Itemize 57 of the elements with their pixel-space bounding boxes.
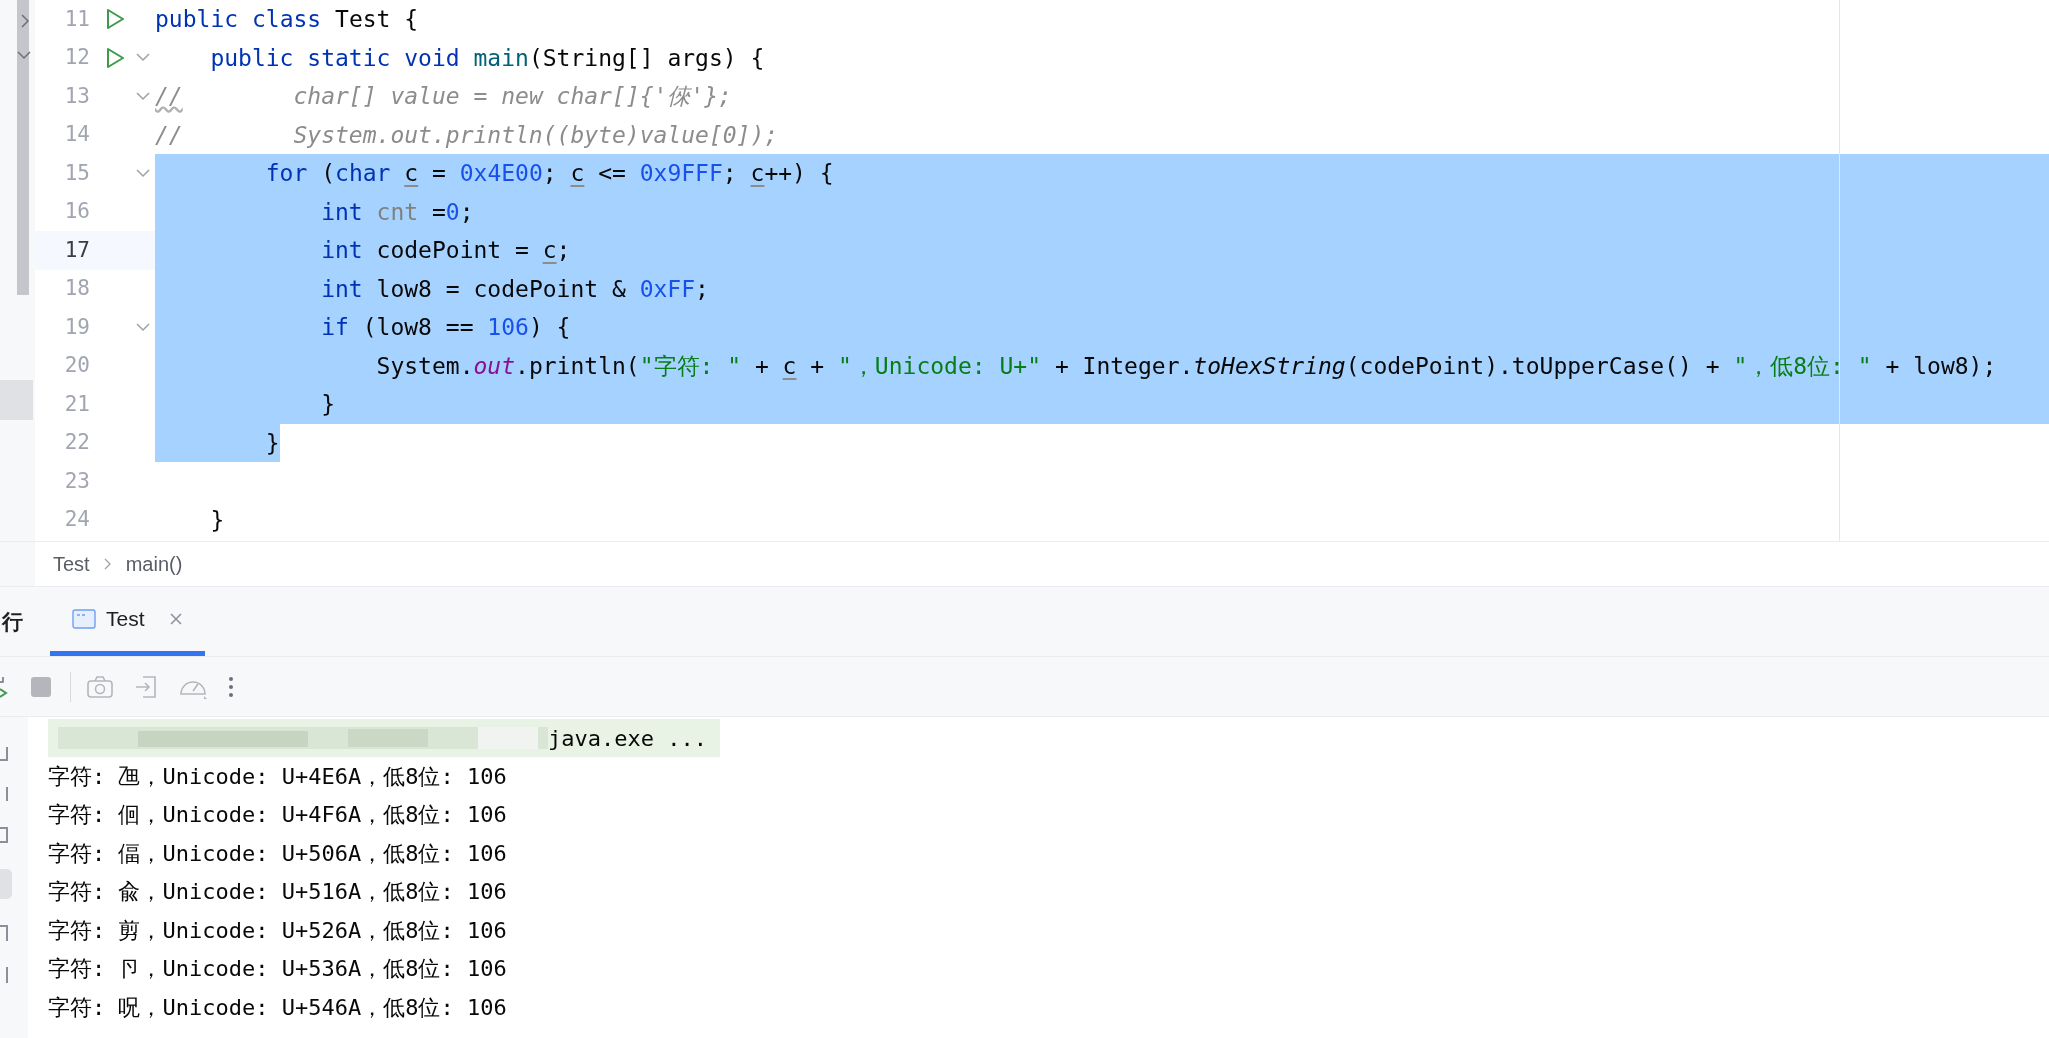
breadcrumb-item[interactable]: Test bbox=[53, 549, 90, 579]
code-line: if (low8 == 106) { bbox=[320, 313, 571, 342]
console-output-line: 字符: 佪，Unicode: U+4F6A，低8位: 106 bbox=[48, 801, 508, 830]
line-number: 19 bbox=[63, 313, 90, 341]
code-line: // System.out.println((byte)value[0]); bbox=[155, 120, 779, 150]
code-line: System.out.println("字符: " + c + "，Unicode: U+" + Integer.toHexString(codePoint).toUpperCase() + "，低8位: " + low8); bbox=[375, 351, 1997, 381]
run-icon[interactable] bbox=[105, 46, 125, 69]
code-line: public static void main(String[] args) { bbox=[209, 43, 765, 73]
code-line: int low8 = codePoint & 0xFF; bbox=[320, 274, 709, 304]
run-icon[interactable] bbox=[105, 8, 125, 31]
chevron-right-icon bbox=[103, 558, 112, 570]
line-number: 21 bbox=[63, 390, 90, 418]
code-line: int codePoint = c; bbox=[320, 236, 571, 265]
line-number: 17 bbox=[63, 236, 90, 264]
code-line: int cnt =0; bbox=[320, 197, 474, 227]
console-window-icon bbox=[72, 609, 96, 629]
fold-chevron-icon[interactable] bbox=[136, 91, 150, 101]
code-line: public class Test { bbox=[155, 5, 419, 34]
console-output-line: 字符: 剪，Unicode: U+526A，低8位: 106 bbox=[48, 916, 508, 945]
console-output-line: 字符: 偪，Unicode: U+506A，低8位: 106 bbox=[48, 839, 508, 868]
scrollbar-thumb[interactable] bbox=[17, 0, 29, 295]
console-output-line: 字符: 乪，Unicode: U+4E6A，低8位: 106 bbox=[48, 762, 508, 791]
console-side-icon[interactable] bbox=[0, 747, 8, 761]
fold-chevron-icon[interactable] bbox=[136, 53, 150, 63]
line-number: 15 bbox=[63, 159, 90, 187]
import-icon[interactable] bbox=[134, 674, 158, 699]
more-options-icon[interactable] bbox=[228, 675, 234, 698]
console-output-line: 字符: 兪，Unicode: U+516A，低8位: 106 bbox=[48, 878, 508, 907]
fold-chevron-icon[interactable] bbox=[136, 322, 150, 332]
code-line: } bbox=[209, 505, 225, 535]
line-number: 11 bbox=[63, 5, 90, 33]
console-output-line: 字符: 卪，Unicode: U+536A，低8位: 106 bbox=[48, 955, 508, 984]
gutter-marker bbox=[0, 380, 33, 420]
line-number: 14 bbox=[63, 121, 90, 148]
line-number: 18 bbox=[63, 275, 90, 302]
line-number: 13 bbox=[63, 82, 90, 110]
camera-icon[interactable] bbox=[87, 675, 113, 698]
breadcrumb-item[interactable]: main() bbox=[125, 549, 183, 579]
chevron-down-icon[interactable] bbox=[17, 50, 31, 60]
console-command-line: java.exe ... bbox=[548, 724, 707, 753]
code-line: } bbox=[320, 390, 335, 419]
line-number: 16 bbox=[63, 198, 90, 225]
console-side-icon[interactable] bbox=[0, 925, 8, 941]
console-side-icon[interactable] bbox=[0, 827, 8, 843]
line-number: 23 bbox=[63, 467, 90, 495]
line-number: 22 bbox=[63, 429, 90, 456]
line-number: 24 bbox=[63, 506, 90, 533]
console-output-line: 字符: 呪，Unicode: U+546A，低8位: 106 bbox=[48, 993, 508, 1022]
tool-window-title: 行 bbox=[2, 608, 23, 635]
code-line: // char[] value = new char[]{'倈'}; bbox=[155, 82, 732, 111]
line-number: 20 bbox=[63, 352, 90, 379]
fold-chevron-icon[interactable] bbox=[136, 168, 150, 178]
code-line: for (char c = 0x4E00; c <= 0x9FFF; c++) { bbox=[264, 159, 834, 188]
line-number: 12 bbox=[63, 44, 90, 71]
close-icon[interactable] bbox=[168, 612, 183, 626]
chevron-right-icon[interactable] bbox=[20, 14, 30, 28]
stop-icon[interactable] bbox=[31, 676, 51, 697]
